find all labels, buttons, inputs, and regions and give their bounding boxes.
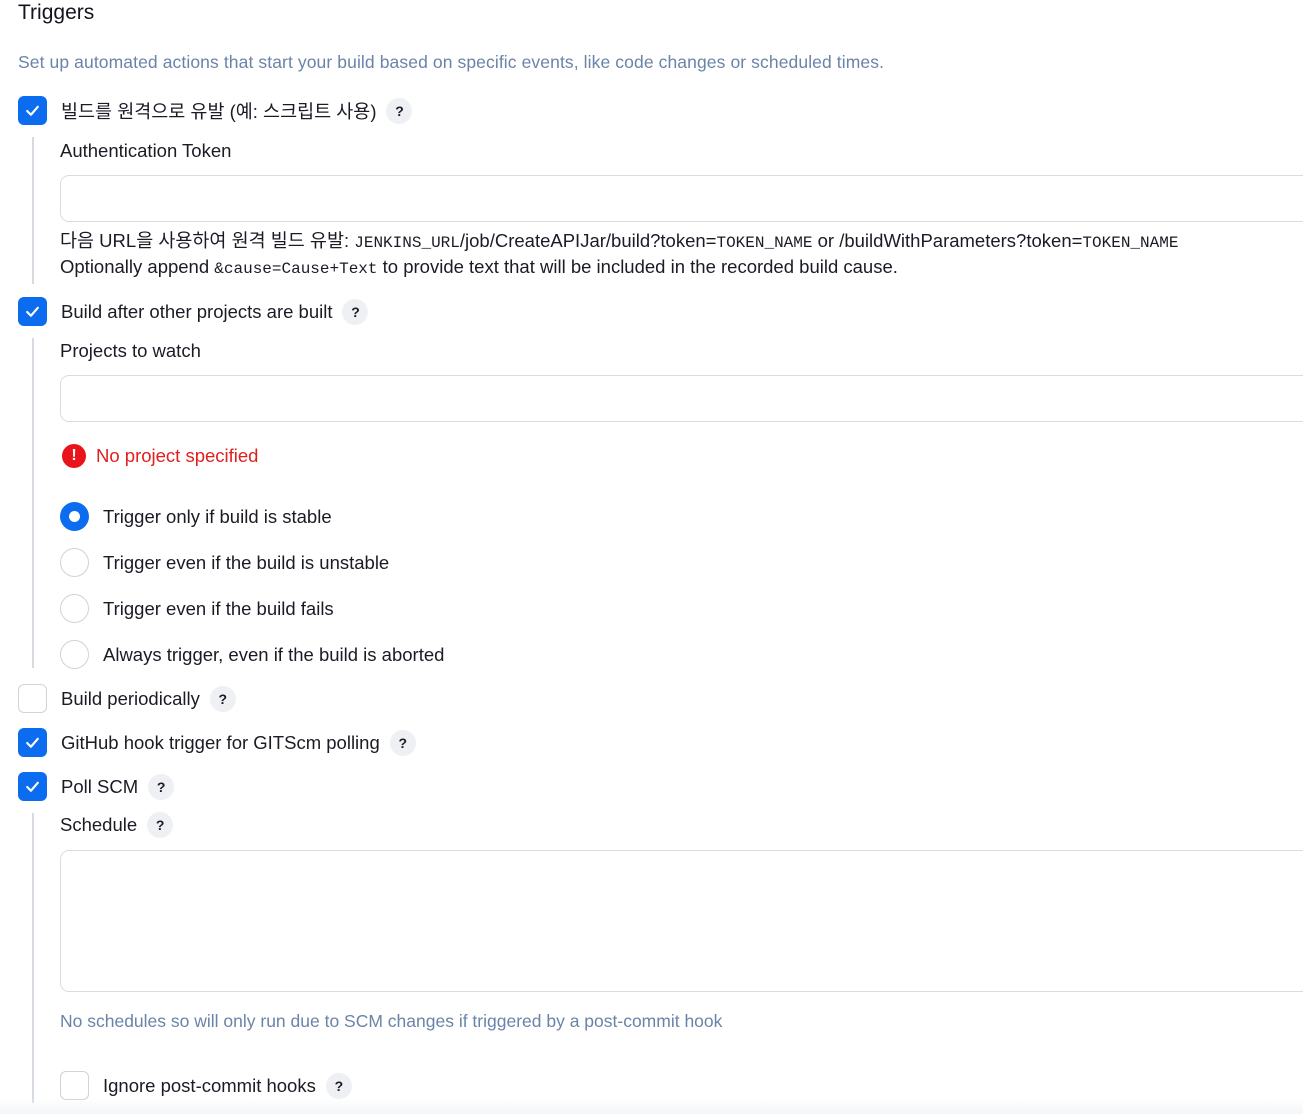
poll-scm-label[interactable]: Poll SCM [61, 776, 138, 798]
poll-scm-checkbox[interactable] [18, 772, 47, 801]
bottom-fade [0, 1098, 1303, 1114]
auth-token-input[interactable] [60, 175, 1303, 222]
build-periodically-row: Build periodically ? [18, 684, 236, 713]
auth-token-label: Authentication Token [60, 140, 232, 161]
remote-trigger-row: 빌드를 원격으로 유발 (예: 스크립트 사용) ? [18, 96, 413, 125]
ignore-hooks-label[interactable]: Ignore post-commit hooks [103, 1075, 316, 1097]
url-code-token-2: TOKEN_NAME [1082, 234, 1179, 252]
schedule-label-row: Schedule ? [60, 812, 174, 838]
url-prefix: 다음 URL을 사용하여 원격 빌드 유발: [60, 230, 355, 251]
cause-prefix: Optionally append [60, 256, 215, 277]
radio-label[interactable]: Trigger only if build is stable [103, 506, 332, 528]
url-code-jenkins: JENKINS_URL [354, 234, 460, 252]
projects-to-watch-label: Projects to watch [60, 340, 201, 361]
remote-trigger-label[interactable]: 빌드를 원격으로 유발 (예: 스크립트 사용) [61, 98, 376, 124]
github-hook-checkbox[interactable] [18, 728, 47, 757]
help-icon[interactable]: ? [389, 729, 416, 756]
check-icon [26, 737, 39, 748]
url-path: /job/CreateAPIJar/build?token= [459, 230, 717, 251]
github-hook-row: GitHub hook trigger for GITScm polling ? [18, 728, 416, 757]
error-icon: ! [62, 444, 86, 468]
after-other-row: Build after other projects are built ? [18, 297, 369, 326]
schedule-hint: No schedules so will only run due to SCM… [60, 1011, 723, 1031]
nested-indent-line [32, 338, 34, 668]
radio-label[interactable]: Trigger even if the build fails [103, 598, 334, 620]
cause-help: Optionally append &cause=Cause+Text to p… [60, 256, 898, 278]
radio-label[interactable]: Always trigger, even if the build is abo… [103, 644, 444, 666]
cause-suffix: to provide text that will be included in… [377, 256, 898, 277]
help-icon[interactable]: ? [386, 97, 413, 124]
github-hook-label[interactable]: GitHub hook trigger for GITScm polling [61, 732, 380, 754]
after-other-checkbox[interactable] [18, 297, 47, 326]
projects-error: ! No project specified [62, 444, 258, 468]
help-icon[interactable]: ? [148, 773, 175, 800]
radio-option[interactable]: Always trigger, even if the build is abo… [60, 640, 444, 669]
help-icon[interactable]: ? [342, 298, 369, 325]
build-periodically-label[interactable]: Build periodically [61, 688, 200, 710]
schedule-textarea[interactable] [60, 850, 1303, 992]
nested-indent-line [32, 137, 34, 284]
projects-to-watch-input[interactable] [60, 375, 1303, 422]
ignore-hooks-row: Ignore post-commit hooks ? [60, 1071, 352, 1100]
radio-option[interactable]: Trigger even if the build fails [60, 594, 334, 623]
help-icon[interactable]: ? [325, 1072, 352, 1099]
poll-scm-row: Poll SCM ? [18, 772, 175, 801]
check-icon [26, 781, 39, 792]
radio-option[interactable]: Trigger even if the build is unstable [60, 548, 389, 577]
check-icon [26, 105, 39, 116]
check-icon [26, 306, 39, 317]
url-code-token: TOKEN_NAME [716, 234, 813, 252]
nested-indent-line [32, 813, 34, 1103]
radio-button[interactable] [60, 548, 89, 577]
section-title: Triggers [18, 1, 95, 24]
after-other-label[interactable]: Build after other projects are built [61, 301, 332, 323]
help-icon[interactable]: ? [147, 812, 174, 838]
radio-button[interactable] [60, 640, 89, 669]
ignore-hooks-checkbox[interactable] [60, 1071, 89, 1100]
radio-dot [69, 511, 80, 522]
error-message: No project specified [96, 445, 259, 466]
schedule-label: Schedule [60, 814, 138, 835]
build-periodically-checkbox[interactable] [18, 684, 47, 713]
section-description: Set up automated actions that start your… [18, 52, 885, 72]
radio-label[interactable]: Trigger even if the build is unstable [103, 552, 389, 574]
radio-option[interactable]: Trigger only if build is stable [60, 502, 332, 531]
remote-trigger-checkbox[interactable] [18, 96, 47, 125]
remote-url-help: 다음 URL을 사용하여 원격 빌드 유발: JENKINS_URL/job/C… [60, 227, 1178, 253]
radio-button-selected[interactable] [60, 502, 89, 531]
help-icon[interactable]: ? [209, 685, 236, 712]
cause-code: &cause=Cause+Text [214, 260, 378, 278]
radio-button[interactable] [60, 594, 89, 623]
url-or: or /buildWithParameters?token= [812, 230, 1083, 251]
